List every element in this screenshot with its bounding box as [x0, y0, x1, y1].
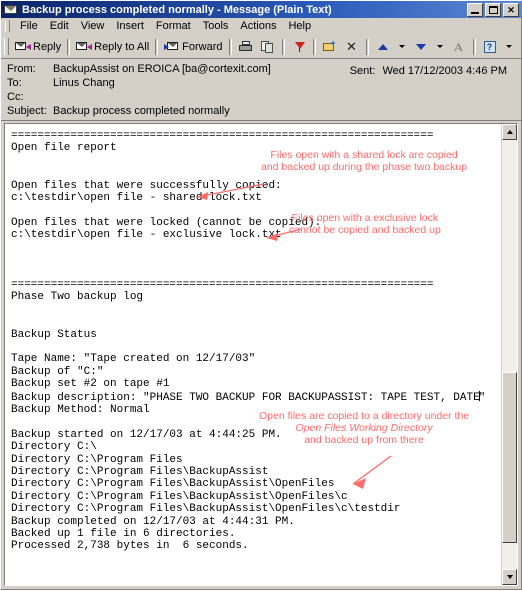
toolbar-separator	[67, 38, 71, 55]
reply-button[interactable]: Reply	[12, 37, 64, 57]
scroll-down-button[interactable]	[502, 569, 517, 585]
scroll-track[interactable]	[502, 140, 517, 569]
reply-label: Reply	[33, 40, 62, 53]
folder-icon: ✦	[322, 39, 338, 55]
sent-value: Wed 17/12/2003 4:46 PM	[382, 65, 507, 77]
to-label: To:	[7, 77, 22, 89]
message-window: Backup process completed normally - Mess…	[0, 0, 522, 590]
star-icon: ✦	[329, 38, 337, 48]
envelope-icon	[4, 4, 18, 16]
scroll-thumb[interactable]	[502, 371, 517, 544]
body-part-1: ========================================…	[11, 130, 480, 404]
menu-item-edit[interactable]: Edit	[44, 19, 75, 33]
toolbar-overflow-button[interactable]	[501, 37, 517, 57]
forward-label: Forward	[182, 40, 223, 53]
toolbar-separator	[472, 38, 476, 55]
print-button[interactable]	[235, 37, 257, 57]
toolbar-separator	[155, 38, 159, 55]
triangle-down-icon	[507, 575, 513, 579]
close-button[interactable]: ✕	[503, 2, 519, 17]
chevron-down-icon	[398, 45, 405, 48]
menu-item-format[interactable]: Format	[150, 19, 197, 33]
move-to-folder-button[interactable]: ✦	[319, 37, 341, 57]
window-controls: ✕	[467, 2, 519, 17]
reply-icon	[15, 39, 31, 55]
menu-item-insert[interactable]: Insert	[110, 19, 150, 33]
chevron-down-icon	[505, 45, 512, 48]
copy-button[interactable]	[257, 37, 279, 57]
menu-item-file[interactable]: File	[14, 19, 44, 33]
menu-item-actions[interactable]: Actions	[234, 19, 282, 33]
previous-item-button[interactable]	[372, 37, 394, 57]
copy-icon	[260, 39, 276, 55]
toolbar-separator	[228, 38, 232, 55]
toolbar-separator	[312, 38, 316, 55]
close-icon: ✕	[507, 4, 515, 15]
forward-icon	[164, 39, 180, 55]
scroll-up-button[interactable]	[502, 124, 517, 140]
body-part-2: " Backup Method: Normal Backup started o…	[11, 391, 486, 553]
cc-row: Cc:	[1, 90, 521, 104]
help-icon: ?	[482, 39, 498, 55]
message-header: From: BackupAssist on EROICA [ba@cortexi…	[1, 59, 521, 121]
window-title: Backup process completed normally - Mess…	[22, 3, 332, 16]
subject-label: Subject:	[7, 105, 47, 117]
reply-all-button[interactable]: Reply to All	[73, 37, 152, 57]
cc-label: Cc:	[7, 91, 24, 103]
arrow-up-icon	[375, 39, 391, 55]
flag-icon	[291, 39, 307, 55]
toolbar-grip[interactable]	[4, 38, 9, 55]
sent-label: Sent:	[349, 65, 376, 77]
minimize-button[interactable]	[467, 2, 483, 17]
chevron-down-icon	[436, 45, 443, 48]
menu-grip[interactable]	[5, 20, 10, 32]
message-body-text[interactable]: ========================================…	[5, 124, 501, 585]
previous-item-dropdown[interactable]	[394, 37, 410, 57]
to-value[interactable]: Linus Chang	[53, 77, 521, 89]
sent-field: Sent: Wed 17/12/2003 4:46 PM	[350, 65, 507, 77]
menu-item-view[interactable]: View	[75, 19, 111, 33]
to-row: To: Linus Chang	[1, 76, 521, 90]
toolbar: Reply Reply to All Forward ✦ ✕ A ?	[1, 35, 521, 59]
next-item-button[interactable]	[410, 37, 432, 57]
font-icon: A	[454, 39, 463, 54]
from-label: From:	[7, 63, 36, 75]
reply-all-label: Reply to All	[94, 40, 150, 53]
forward-button[interactable]: Forward	[161, 37, 225, 57]
help-button[interactable]: ?	[479, 37, 501, 57]
menu-item-help[interactable]: Help	[282, 19, 317, 33]
triangle-up-icon	[507, 130, 513, 134]
reply-all-icon	[76, 39, 93, 55]
vertical-scrollbar[interactable]	[501, 124, 517, 585]
menu-bar: File Edit View Insert Format Tools Actio…	[1, 18, 521, 35]
arrow-down-icon	[413, 39, 429, 55]
subject-value[interactable]: Backup process completed normally	[53, 105, 521, 117]
menu-item-tools[interactable]: Tools	[197, 19, 235, 33]
next-item-dropdown[interactable]	[432, 37, 448, 57]
font-button[interactable]: A	[448, 37, 470, 57]
message-body-frame: ========================================…	[4, 123, 518, 586]
delete-button[interactable]: ✕	[341, 37, 363, 57]
subject-row: Subject: Backup process completed normal…	[1, 104, 521, 118]
follow-up-flag-button[interactable]	[288, 37, 310, 57]
toolbar-separator	[281, 38, 285, 55]
toolbar-separator	[365, 38, 369, 55]
delete-icon: ✕	[346, 38, 357, 54]
print-icon	[238, 39, 254, 55]
title-bar[interactable]: Backup process completed normally - Mess…	[1, 1, 521, 18]
message-body-area: ========================================…	[1, 121, 521, 589]
maximize-button[interactable]	[485, 2, 501, 17]
